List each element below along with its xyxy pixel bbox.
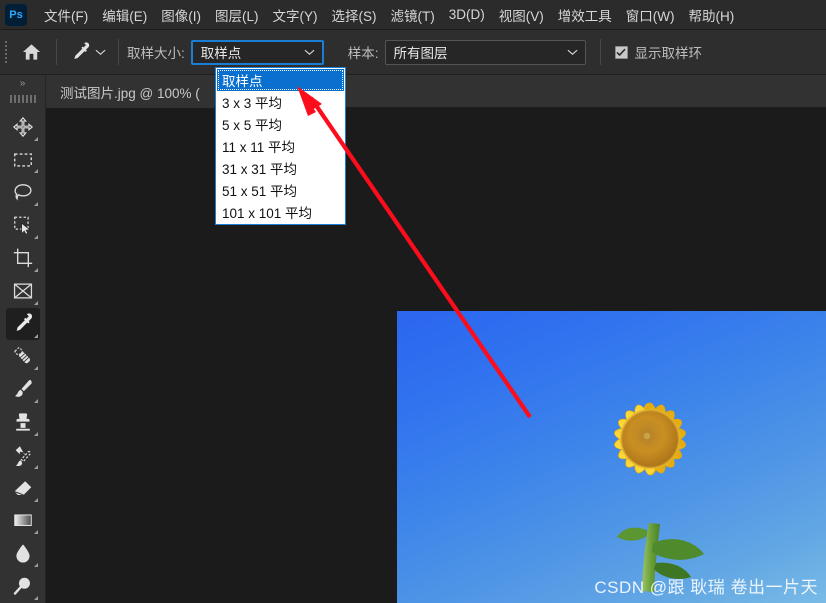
show-sampling-ring-label: 显示取样环	[634, 46, 703, 61]
divider-3	[599, 39, 601, 65]
menu-plugins[interactable]: 增效工具	[551, 2, 619, 28]
tool-corner-indicator	[33, 333, 38, 338]
eraser-tool[interactable]	[6, 472, 40, 504]
options-bar: 取样大小: 取样点 样本: 所有图层 显示取样环	[0, 30, 826, 75]
document-image[interactable]: CSDN @跟 耿瑞 卷出一片天	[397, 311, 826, 603]
menu-bar: Ps 文件(F) 编辑(E) 图像(I) 图层(L) 文字(Y) 选择(S) 滤…	[0, 0, 826, 30]
chevron-down-icon	[304, 49, 315, 55]
clone-stamp-tool[interactable]	[6, 406, 40, 438]
tool-corner-indicator	[33, 136, 38, 141]
sample-source-combobox[interactable]: 所有图层	[384, 39, 586, 65]
sample-size-value: 取样点	[200, 46, 242, 61]
tool-corner-indicator	[33, 563, 38, 568]
object-selection-icon	[13, 216, 31, 235]
dropdown-option-point[interactable]: 取样点	[217, 69, 344, 91]
eyedropper-icon	[74, 42, 90, 60]
eyedropper-icon	[16, 313, 33, 331]
menu-window[interactable]: 窗口(W)	[619, 2, 682, 28]
menu-layer[interactable]: 图层(L)	[208, 2, 266, 28]
photoshop-window: Ps 文件(F) 编辑(E) 图像(I) 图层(L) 文字(Y) 选择(S) 滤…	[0, 0, 826, 603]
menu-3d[interactable]: 3D(D)	[442, 4, 492, 25]
blur-tool[interactable]	[6, 537, 40, 569]
tool-corner-indicator	[33, 431, 38, 436]
menu-filter[interactable]: 滤镜(T)	[384, 2, 442, 28]
canvas-area[interactable]: CSDN @跟 耿瑞 卷出一片天	[46, 108, 826, 603]
dropdown-option-3x3[interactable]: 3 x 3 平均	[217, 91, 344, 113]
tools-panel: »	[0, 75, 46, 603]
lasso-icon	[13, 184, 32, 201]
move-tool[interactable]	[6, 111, 40, 143]
dropdown-option-51x51[interactable]: 51 x 51 平均	[217, 179, 344, 201]
photoshop-logo: Ps	[5, 3, 27, 26]
active-tool-preset[interactable]	[65, 39, 110, 65]
lasso-tool[interactable]	[6, 176, 40, 208]
tool-corner-indicator	[33, 267, 38, 272]
tool-corner-indicator	[33, 464, 38, 469]
water-drop-icon	[15, 544, 30, 563]
menu-image[interactable]: 图像(I)	[154, 2, 208, 28]
tool-corner-indicator	[33, 300, 38, 305]
toolbar-grip[interactable]	[9, 93, 36, 105]
dropdown-option-5x5[interactable]: 5 x 5 平均	[217, 113, 344, 135]
clone-stamp-icon	[15, 413, 30, 431]
tool-corner-indicator	[33, 169, 38, 174]
menu-select[interactable]: 选择(S)	[325, 2, 384, 28]
crop-icon	[13, 248, 32, 268]
tool-corner-indicator	[33, 530, 38, 535]
tool-corner-indicator	[33, 596, 38, 600]
tool-corner-indicator	[33, 366, 38, 371]
tool-corner-indicator	[33, 399, 38, 404]
home-icon	[22, 44, 40, 60]
brush-tool[interactable]	[6, 373, 40, 405]
gradient-tool[interactable]	[6, 505, 40, 537]
toolbar-collapse-button[interactable]: »	[0, 75, 46, 93]
zoom-tool[interactable]	[6, 570, 40, 602]
show-sampling-ring-checkbox[interactable]: 显示取样环	[614, 42, 703, 62]
crop-tool[interactable]	[6, 242, 40, 274]
history-brush-icon	[15, 446, 31, 466]
rectangular-marquee-icon	[13, 152, 32, 167]
checkbox-box	[614, 45, 628, 59]
frame-tool[interactable]	[6, 275, 40, 307]
menu-type[interactable]: 文字(Y)	[266, 2, 325, 28]
watermark-text: CSDN @跟 耿瑞 卷出一片天	[594, 578, 818, 597]
divider-1	[56, 39, 57, 65]
sunflower-artwork	[614, 402, 704, 592]
tool-corner-indicator	[33, 202, 38, 207]
menu-edit[interactable]: 编辑(E)	[95, 2, 154, 28]
dropdown-option-11x11[interactable]: 11 x 11 平均	[217, 135, 344, 157]
sample-source-value: 所有图层	[393, 46, 448, 61]
marquee-tool[interactable]	[6, 144, 40, 176]
move-icon	[12, 116, 33, 137]
dropdown-option-31x31[interactable]: 31 x 31 平均	[217, 157, 344, 179]
menu-help[interactable]: 帮助(H)	[681, 2, 741, 28]
gradient-icon	[13, 514, 32, 527]
healing-brush-icon	[13, 347, 30, 364]
magnifier-icon	[13, 577, 30, 595]
quick-selection-tool[interactable]	[6, 209, 40, 241]
frame-icon	[13, 283, 32, 299]
eraser-icon	[13, 480, 31, 496]
healing-brush-tool[interactable]	[6, 341, 40, 373]
tool-corner-indicator	[33, 235, 38, 240]
divider-2	[118, 39, 119, 65]
tool-corner-indicator	[33, 497, 38, 502]
brush-icon	[14, 380, 32, 398]
chevron-down-icon	[567, 49, 578, 55]
menu-file[interactable]: 文件(F)	[37, 2, 95, 28]
history-brush-tool[interactable]	[6, 439, 40, 471]
sample-size-dropdown-list[interactable]: 取样点 3 x 3 平均 5 x 5 平均 11 x 11 平均 31 x 31…	[215, 67, 346, 225]
checkmark-icon	[616, 48, 626, 56]
dropdown-option-101x101[interactable]: 101 x 101 平均	[217, 201, 344, 223]
sample-source-label: 样本:	[347, 46, 379, 61]
chevron-down-icon	[95, 49, 106, 55]
eyedropper-tool[interactable]	[5, 307, 40, 340]
sample-size-label: 取样大小:	[127, 46, 185, 61]
document-tab-bar: 测试图片.jpg @ 100% (	[46, 75, 826, 108]
sample-size-combobox[interactable]: 取样点	[190, 39, 324, 65]
menu-view[interactable]: 视图(V)	[492, 2, 551, 28]
options-bar-grip[interactable]	[2, 37, 11, 67]
document-tab[interactable]: 测试图片.jpg @ 100% (	[46, 75, 214, 108]
home-button[interactable]	[14, 35, 48, 69]
